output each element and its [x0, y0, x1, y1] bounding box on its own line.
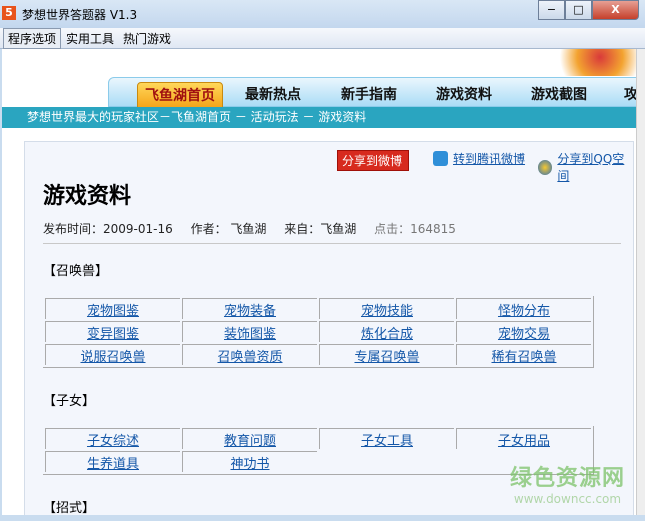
link-cell: 子女综述 [45, 428, 180, 449]
link-cell: 怪物分布 [456, 298, 591, 319]
nav-more[interactable]: 攻 [621, 82, 636, 108]
section-link[interactable]: 召唤兽资质 [217, 350, 282, 365]
minimize-button[interactable]: − [538, 0, 565, 20]
section-link[interactable]: 子女综述 [87, 434, 139, 449]
watermark-url: www.downcc.com [513, 492, 622, 506]
link-cell: 生养道具 [45, 451, 180, 472]
share-qzone-link[interactable]: 分享到QQ空间 [557, 150, 633, 184]
link-cell: 宠物图鉴 [45, 298, 180, 319]
section-link[interactable]: 子女用品 [498, 434, 550, 449]
menu-hot-games[interactable]: 热门游戏 [119, 29, 175, 48]
section-link[interactable]: 生养道具 [87, 457, 139, 472]
section-link[interactable]: 宠物交易 [498, 327, 550, 342]
nav-screenshots[interactable]: 游戏截图 [519, 82, 599, 108]
section-link[interactable]: 装饰图鉴 [224, 327, 276, 342]
link-cell [319, 451, 454, 472]
hit-count: 点击：164815 [374, 222, 456, 236]
section-link[interactable]: 说服召唤兽 [80, 350, 145, 365]
banner-image [546, 49, 636, 76]
table-row: 宠物图鉴 宠物装备 宠物技能 怪物分布 [45, 298, 591, 319]
link-cell: 神功书 [182, 451, 317, 472]
tencent-weibo-icon [433, 151, 448, 166]
vertical-scrollbar[interactable] [636, 49, 645, 515]
section-link[interactable]: 变异图鉴 [87, 327, 139, 342]
article-meta: 发布时间：2009-01-16 作者： 飞鱼湖 来自：飞鱼湖 点击：164815 [43, 220, 621, 244]
qzone-icon [538, 159, 553, 175]
link-cell: 宠物技能 [319, 298, 454, 319]
share-qzone[interactable]: 分享到QQ空间 [538, 150, 633, 184]
section-link[interactable]: 神功书 [230, 457, 269, 472]
section-link[interactable]: 专属召唤兽 [354, 350, 419, 365]
section-link[interactable]: 教育问题 [224, 434, 276, 449]
window-title: 梦想世界答题器 V1.3 [22, 8, 138, 22]
nav-home[interactable]: 飞鱼湖首页 [137, 82, 223, 108]
nav-latest[interactable]: 最新热点 [233, 82, 313, 108]
app-icon: 5 [2, 6, 16, 20]
section-title: 【子女】 [43, 394, 96, 409]
link-cell: 稀有召唤兽 [456, 344, 591, 365]
author: 作者： 飞鱼湖 [190, 222, 267, 236]
share-weibo-button[interactable]: 分享到微博 [337, 150, 410, 171]
breadcrumb: 梦想世界最大的玩家社区－飞鱼湖首页 － 活动玩法 － 游戏资料 [2, 107, 636, 128]
section-link[interactable]: 宠物图鉴 [87, 304, 139, 319]
section-link[interactable]: 怪物分布 [498, 304, 550, 319]
link-cell: 变异图鉴 [45, 321, 180, 342]
nav-game-data[interactable]: 游戏资料 [424, 82, 504, 108]
link-cell: 说服召唤兽 [45, 344, 180, 365]
share-weibo-label: 分享到微博 [342, 154, 403, 168]
summon-links-table: 宠物图鉴 宠物装备 宠物技能 怪物分布变异图鉴 装饰图鉴 炼化合成 宠物交易说服召唤兽 召唤兽… [43, 296, 594, 368]
maximize-button[interactable]: □ [565, 0, 592, 20]
section-link[interactable]: 子女工具 [361, 434, 413, 449]
close-button[interactable]: X [592, 0, 639, 20]
link-cell: 子女用品 [456, 428, 591, 449]
link-cell: 装饰图鉴 [182, 321, 317, 342]
link-cell: 召唤兽资质 [182, 344, 317, 365]
section-link[interactable]: 炼化合成 [361, 327, 413, 342]
watermark-name: 绿色资源网 [510, 466, 626, 491]
article-panel: 分享到微博 转到腾讯微博 分享到QQ空间 游戏资料 发布时间：2009-01-1… [24, 141, 634, 515]
menu-bar: 程序选项 实用工具 热门游戏 [0, 27, 645, 49]
title-bar: 5 梦想世界答题器 V1.3 − □ X [0, 0, 645, 28]
watermark: 绿色资源网 www.downcc.com [510, 460, 625, 506]
section-title: 【招式】 [43, 501, 96, 515]
table-row: 子女综述 教育问题 子女工具 子女用品 [45, 428, 591, 449]
link-cell: 宠物交易 [456, 321, 591, 342]
publish-date: 发布时间：2009-01-16 [43, 222, 173, 236]
section-link[interactable]: 宠物技能 [361, 304, 413, 319]
window-border [0, 515, 645, 521]
link-cell: 专属召唤兽 [319, 344, 454, 365]
section-link[interactable]: 稀有召唤兽 [491, 350, 556, 365]
menu-tools[interactable]: 实用工具 [62, 29, 118, 48]
menu-program-options[interactable]: 程序选项 [3, 27, 62, 49]
table-row: 说服召唤兽 召唤兽资质 专属召唤兽 稀有召唤兽 [45, 344, 591, 365]
table-row: 变异图鉴 装饰图鉴 炼化合成 宠物交易 [45, 321, 591, 342]
source: 来自：飞鱼湖 [284, 222, 357, 236]
share-tencent-link[interactable]: 转到腾讯微博 [453, 150, 525, 167]
link-cell: 炼化合成 [319, 321, 454, 342]
share-tencent[interactable]: 转到腾讯微博 [433, 150, 525, 167]
web-view: 飞鱼湖首页 最新热点 新手指南 游戏资料 游戏截图 攻 梦想世界最大的玩家社区－… [2, 49, 636, 515]
nav-guide[interactable]: 新手指南 [329, 82, 409, 108]
section-title: 【召唤兽】 [43, 264, 109, 279]
link-cell: 宠物装备 [182, 298, 317, 319]
page-title: 游戏资料 [43, 183, 132, 209]
section-link[interactable]: 宠物装备 [224, 304, 276, 319]
link-cell: 教育问题 [182, 428, 317, 449]
nav-bar: 飞鱼湖首页 最新热点 新手指南 游戏资料 游戏截图 攻 [108, 77, 636, 108]
link-cell: 子女工具 [319, 428, 454, 449]
